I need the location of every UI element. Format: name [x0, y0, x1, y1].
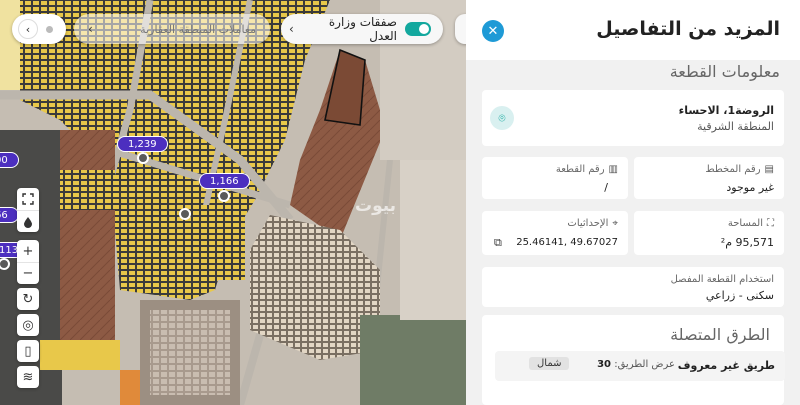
location-city: الروضة1، الاحساء — [678, 104, 774, 117]
area-icon: ⛶ — [767, 218, 774, 229]
chevron-right-icon: › — [88, 22, 93, 36]
plan-number-card: ▤ رقم المخطط غير موجود — [634, 157, 784, 199]
plot-number-caption: ▥ رقم القطعة — [556, 164, 618, 175]
plan-number-caption: ▤ رقم المخطط — [705, 164, 774, 175]
map-tool-controls: ↻ ◎ ▯ ≋ — [17, 288, 39, 388]
price-tag-label: 66 — [0, 210, 8, 221]
price-tag-partial[interactable]: 66 — [0, 207, 19, 223]
price-tag-1166[interactable]: 1,166 — [199, 173, 250, 189]
close-icon: ✕ — [487, 23, 499, 39]
dot-icon — [46, 25, 53, 33]
fullscreen-icon[interactable] — [17, 188, 39, 210]
document-icon: ▤ — [764, 164, 774, 175]
close-button[interactable]: ✕ — [482, 20, 504, 42]
price-tag-label: 1,166 — [210, 176, 239, 187]
location-region: المنطقة الشرقية — [697, 120, 774, 133]
map-watermark: بيوت — [355, 196, 397, 216]
price-tag-partial[interactable]: 00 — [0, 152, 19, 168]
coordinates-card: ⌖ الإحداثيات 49.67027 ,25.46141 ⧉ — [482, 211, 628, 255]
map-book-icon: ▥ — [608, 164, 618, 175]
ruler-icon[interactable]: ▯ — [17, 340, 39, 362]
map-pin[interactable] — [179, 208, 191, 220]
panel-header: المزيد من التفاصيل ✕ — [466, 0, 800, 60]
road-width-label: عرض الطريق: — [614, 359, 675, 370]
land-use-card: استخدام القطعة المفصل سكنى - زراعي — [482, 267, 784, 307]
satellite-map — [0, 0, 466, 405]
price-tag-1239[interactable]: 1,239 — [117, 136, 168, 152]
area-label: المساحة — [727, 218, 763, 229]
area-transactions-chip[interactable]: معاملات المنطقة العقارية › — [74, 14, 270, 44]
area-transactions-label: معاملات المنطقة العقارية — [140, 22, 256, 36]
plot-number-value: / — [604, 181, 608, 194]
zoom-controls: + − — [17, 240, 39, 284]
plan-number-label: رقم المخطط — [705, 164, 761, 175]
location-card: الروضة1، الاحساء المنطقة الشرقية ⌾ — [482, 90, 784, 146]
deals-toggle-switch[interactable] — [405, 22, 431, 36]
area-value: 95,571 م² — [720, 236, 774, 249]
land-use-value: سكنى - زراعي — [705, 289, 774, 302]
plus-icon[interactable]: + — [17, 240, 39, 262]
plot-number-label: رقم القطعة — [555, 164, 605, 175]
land-use-label: استخدام القطعة المفصل — [670, 274, 774, 285]
justice-deals-toggle-chip[interactable]: صفقات وزارة العدل › — [281, 14, 443, 44]
minus-icon[interactable]: − — [17, 262, 39, 284]
road-width: عرض الطريق: 30 — [597, 359, 675, 370]
panel-title: المزيد من التفاصيل — [596, 18, 780, 40]
road-name: طريق غير معروف — [677, 359, 775, 372]
layers-icon[interactable]: ≋ — [17, 366, 39, 388]
price-tag-label: 00 — [0, 155, 8, 166]
road-row: طريق غير معروف عرض الطريق: 30 شمال — [495, 351, 785, 381]
price-tag-label: 113 — [0, 245, 19, 256]
location-pin-icon: ⌾ — [490, 106, 514, 130]
price-tag-label: 1,239 — [128, 139, 157, 150]
coordinates-caption: ⌖ الإحداثيات — [567, 218, 618, 229]
section-title-roads: الطرق المتصلة — [670, 325, 770, 344]
rotate-icon[interactable]: ↻ — [17, 288, 39, 310]
section-title-plot-info: معلومات القطعة — [669, 62, 780, 81]
map-chip-partial[interactable] — [455, 14, 466, 44]
map-view[interactable]: بيوت 1,239 1,166 00 66 113 ‹ معاملات الم… — [0, 0, 466, 405]
justice-deals-label: صفقات وزارة العدل — [328, 15, 397, 43]
chevron-left-icon[interactable]: ‹ — [18, 19, 38, 39]
plan-number-value: غير موجود — [726, 181, 774, 194]
coordinates-value: 49.67027 ,25.46141 — [516, 237, 618, 248]
plot-number-card: ▥ رقم القطعة / — [482, 157, 628, 199]
area-caption: ⛶ المساحة — [728, 218, 774, 229]
map-pin[interactable] — [218, 190, 230, 202]
map-back-chip[interactable]: ‹ — [12, 14, 66, 44]
road-direction-badge: شمال — [529, 357, 570, 370]
road-width-value: 30 — [597, 359, 612, 370]
chevron-right-icon: › — [289, 22, 294, 36]
coordinates-label: الإحداثيات — [567, 218, 609, 229]
area-card: ⛶ المساحة 95,571 م² — [634, 211, 784, 255]
crosshair-icon: ⌖ — [612, 218, 618, 229]
drop-icon[interactable] — [17, 210, 39, 232]
map-pin[interactable] — [137, 152, 149, 164]
details-panel: المزيد من التفاصيل ✕ معلومات القطعة الرو… — [466, 0, 800, 405]
copy-icon[interactable]: ⧉ — [494, 236, 502, 250]
map-view-controls — [17, 188, 39, 232]
locate-icon[interactable]: ◎ — [17, 314, 39, 336]
